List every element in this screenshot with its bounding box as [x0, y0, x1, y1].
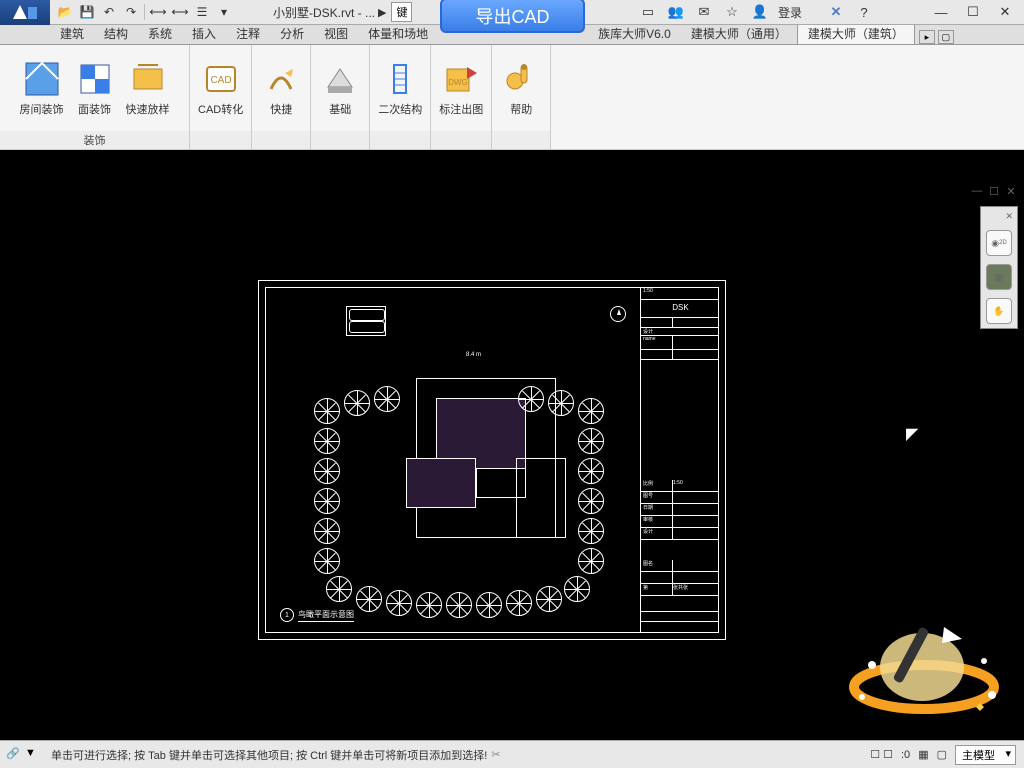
- app-menu-button[interactable]: [0, 0, 50, 25]
- tab-architecture[interactable]: 建筑: [50, 23, 94, 44]
- drawing-sheet[interactable]: 1:50 DSK 设计 name 比例1:50 图号 日期 审核 设计 图名 第…: [258, 280, 726, 640]
- qat-open-icon[interactable]: 📂: [56, 3, 74, 21]
- sb-view-icon2[interactable]: ▢: [937, 748, 947, 761]
- view-title: 鸟瞰平面示意图: [298, 609, 354, 622]
- export-cad-button[interactable]: 导出CAD: [440, 0, 585, 33]
- tab-insert[interactable]: 插入: [182, 23, 226, 44]
- community-icon[interactable]: 👥: [666, 2, 686, 22]
- tab-view[interactable]: 视图: [314, 23, 358, 44]
- watermark-logo: [844, 617, 1004, 732]
- tab-annotate[interactable]: 注释: [226, 23, 270, 44]
- title-arrow-icon[interactable]: ▶: [375, 6, 389, 19]
- view-number: 1: [280, 608, 294, 622]
- nav-close-icon[interactable]: ✕: [1005, 211, 1013, 222]
- document-title: 小别墅-DSK.rvt - ...: [273, 4, 375, 21]
- x-logo-icon[interactable]: ✕: [826, 2, 846, 22]
- nav-wheel-icon[interactable]: ▦: [986, 264, 1012, 290]
- qat-undo-icon[interactable]: ↶: [100, 3, 118, 21]
- title-block: 1:50 DSK 设计 name 比例1:50 图号 日期 审核 设计 图名 第…: [640, 288, 718, 632]
- sb-link-icon[interactable]: 🔗: [6, 747, 22, 763]
- view-close-icon[interactable]: ✕: [1004, 184, 1018, 198]
- close-button[interactable]: ✕: [990, 2, 1020, 22]
- tab-model-master-arch[interactable]: 建模大师（建筑）: [797, 22, 915, 44]
- viewcube-icon[interactable]: ◉2D: [986, 230, 1012, 256]
- foundation-button[interactable]: 基础: [315, 57, 365, 119]
- login-button[interactable]: 登录: [778, 4, 802, 21]
- sb-icon-group[interactable]: ☐ ☐: [870, 748, 893, 761]
- favorite-icon[interactable]: ☆: [722, 2, 742, 22]
- help-icon[interactable]: ?: [854, 2, 874, 22]
- room-decoration-button[interactable]: 房间装饰: [16, 57, 68, 119]
- tab-systems[interactable]: 系统: [138, 23, 182, 44]
- qat-tag-icon[interactable]: ☰: [193, 3, 211, 21]
- key-hint: 键: [391, 2, 412, 22]
- view-minimize-icon[interactable]: —: [970, 184, 984, 198]
- tab-arrow-icon[interactable]: ▸: [919, 30, 935, 44]
- tab-massing[interactable]: 体量和场地: [358, 23, 438, 44]
- qat-dim-icon[interactable]: ⟷: [149, 3, 167, 21]
- user-icon[interactable]: 👤: [750, 2, 770, 22]
- annotate-export-button[interactable]: DWG 标注出图: [435, 57, 487, 119]
- search-box-icon[interactable]: ▭: [638, 2, 658, 22]
- view-maximize-icon[interactable]: ☐: [987, 184, 1001, 198]
- qat-redo-icon[interactable]: ↷: [122, 3, 140, 21]
- qat-align-icon[interactable]: ⟷: [171, 3, 189, 21]
- sb-filter-icon[interactable]: ▼: [25, 747, 41, 763]
- tab-structure[interactable]: 结构: [94, 23, 138, 44]
- mouse-cursor: ◤: [906, 424, 918, 444]
- qat-more-icon[interactable]: ▾: [215, 3, 233, 21]
- face-decoration-button[interactable]: 面装饰: [70, 57, 120, 119]
- north-arrow-icon: [610, 306, 626, 322]
- panel-decoration-label: 装饰: [0, 131, 189, 149]
- svg-text:DWG: DWG: [448, 78, 468, 87]
- tab-family-master[interactable]: 族库大师V6.0: [588, 23, 681, 44]
- separator: [144, 4, 145, 20]
- building-plan: 8.4 m: [396, 358, 576, 558]
- quick-button[interactable]: 快捷: [256, 57, 306, 119]
- sb-view-icon[interactable]: ▦: [918, 748, 928, 761]
- tab-box-icon[interactable]: ▢: [938, 30, 954, 44]
- view-selector-dropdown[interactable]: 主模型: [955, 745, 1016, 765]
- svg-text:CAD: CAD: [210, 75, 231, 86]
- minimize-button[interactable]: —: [926, 2, 956, 22]
- tab-model-master-general[interactable]: 建模大师（通用）: [681, 23, 797, 44]
- nav-pan-icon[interactable]: ✋: [986, 298, 1012, 324]
- viewport[interactable]: — ☐ ✕ ✕ ◉2D ▦ ✋ 1:50 DSK 设计 name 比例1:50 …: [0, 150, 1024, 740]
- message-icon[interactable]: ✉: [694, 2, 714, 22]
- secondary-structure-button[interactable]: 二次结构: [374, 57, 426, 119]
- parking-symbol: [346, 306, 386, 336]
- qat-save-icon[interactable]: 💾: [78, 3, 96, 21]
- maximize-button[interactable]: ☐: [958, 2, 988, 22]
- sb-zoom[interactable]: :0: [901, 749, 910, 761]
- quick-sweep-button[interactable]: 快速放样: [122, 57, 174, 119]
- help-button[interactable]: 帮助: [496, 57, 546, 119]
- status-hint: 单击可进行选择; 按 Tab 键并单击可选择其他项目; 按 Ctrl 键并单击可…: [47, 747, 487, 763]
- cad-convert-button[interactable]: CAD CAD转化: [194, 57, 247, 119]
- tab-analyze[interactable]: 分析: [270, 23, 314, 44]
- navigation-bar[interactable]: ✕ ◉2D ▦ ✋: [980, 206, 1018, 329]
